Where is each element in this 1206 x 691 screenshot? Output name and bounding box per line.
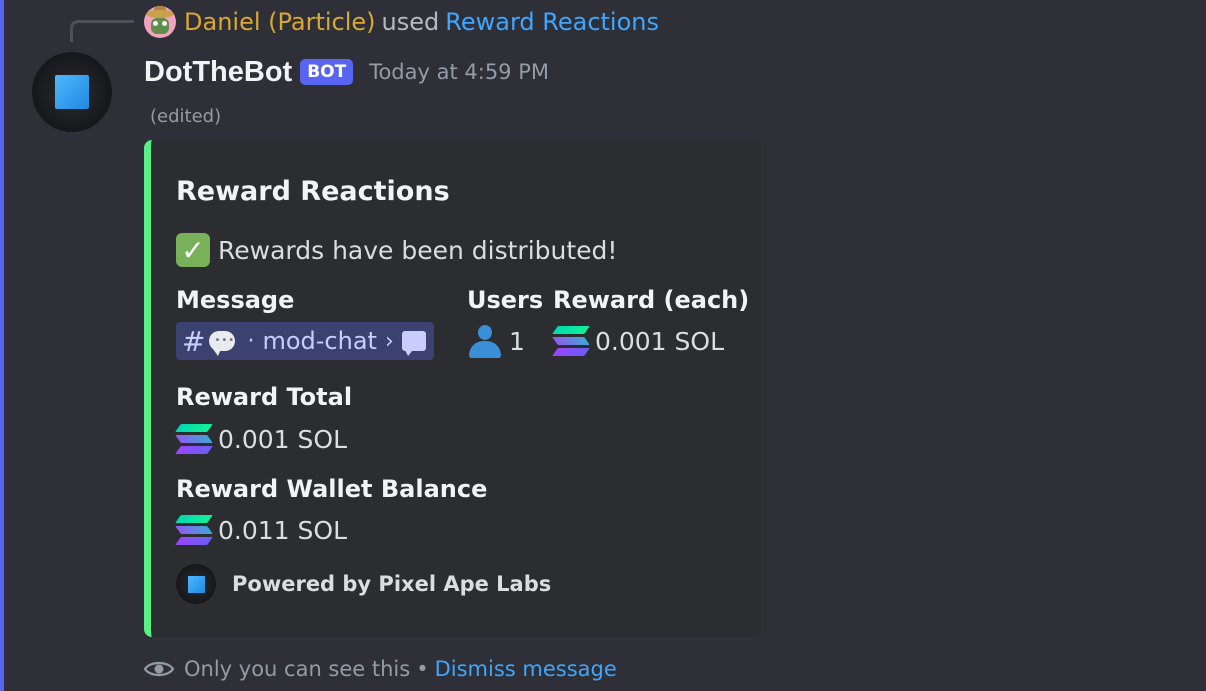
embed-description-text: Rewards have been distributed!	[218, 235, 618, 265]
blue-square-logo	[55, 75, 89, 109]
field-name-reward-total: Reward Total	[176, 383, 353, 411]
ephemeral-separator: •	[416, 657, 429, 681]
reply-used-text: used	[381, 8, 440, 36]
field-name-wallet-balance: Reward Wallet Balance	[176, 475, 488, 503]
message-header: DotTheBot BOT Today at 4:59 PM	[144, 52, 549, 92]
field-name-reward-each: Reward (each)	[553, 286, 750, 314]
footer-text: Powered by Pixel Ape Labs	[232, 572, 552, 596]
embed-footer: Powered by Pixel Ape Labs	[176, 564, 551, 604]
field-name-users: Users	[467, 286, 544, 314]
bot-avatar[interactable]	[32, 52, 112, 132]
chat-message-area: Daniel (Particle) used Reward Reactions …	[0, 0, 1206, 691]
solana-icon	[175, 513, 214, 547]
field-value-reward-total: 0.001 SOL	[175, 420, 347, 458]
message-highlight-bar	[0, 0, 4, 691]
dismiss-message-link[interactable]: Dismiss message	[435, 657, 617, 681]
ephemeral-notice: Only you can see this • Dismiss message	[144, 652, 617, 686]
channel-mention[interactable]: # ••• · mod-chat ›	[176, 322, 434, 360]
message-timestamp[interactable]: Today at 4:59 PM	[369, 60, 549, 84]
embed-title: Reward Reactions	[176, 176, 450, 207]
channel-name: mod-chat	[262, 327, 377, 355]
edited-indicator[interactable]: (edited)	[150, 106, 221, 127]
reward-total-amount: 0.001 SOL	[218, 424, 347, 454]
embed-description: ✓ Rewards have been distributed!	[176, 232, 617, 268]
check-mark-icon: ✓	[176, 233, 210, 267]
chevron-right-icon: ›	[384, 328, 394, 354]
embed-card: Reward Reactions ✓ Rewards have been dis…	[144, 140, 761, 637]
solana-icon	[175, 422, 214, 456]
ephemeral-text: Only you can see this	[184, 657, 411, 681]
reply-spine	[70, 20, 134, 42]
author-username[interactable]: DotTheBot	[144, 56, 292, 89]
channel-hash: #	[182, 324, 206, 358]
field-value-wallet-balance: 0.011 SOL	[175, 511, 347, 549]
users-count: 1	[509, 326, 525, 356]
field-value-reward-each: 0.001 SOL	[552, 322, 724, 360]
wallet-balance-amount: 0.011 SOL	[218, 515, 347, 545]
bot-badge: BOT	[300, 59, 354, 85]
reply-username[interactable]: Daniel (Particle)	[184, 8, 376, 36]
channel-separator: ·	[247, 328, 255, 354]
message-thread-icon	[401, 331, 426, 356]
eye-icon	[144, 661, 174, 677]
interaction-reference[interactable]: Daniel (Particle) used Reward Reactions	[144, 4, 659, 40]
reply-command-link[interactable]: Reward Reactions	[445, 8, 659, 36]
reply-user-avatar[interactable]	[144, 6, 176, 38]
field-value-message: # ••• · mod-chat ›	[176, 322, 434, 360]
solana-icon	[552, 324, 591, 358]
sombrero-brim	[146, 10, 174, 18]
frog-eye	[162, 21, 167, 26]
field-value-users: 1	[467, 322, 525, 360]
speech-bubble-icon: •••	[209, 331, 236, 356]
reward-each-amount: 0.001 SOL	[595, 326, 724, 356]
field-name-message: Message	[176, 286, 295, 314]
footer-logo-icon	[176, 564, 216, 604]
frog-eye	[153, 21, 158, 26]
user-silhouette-icon	[467, 324, 503, 358]
